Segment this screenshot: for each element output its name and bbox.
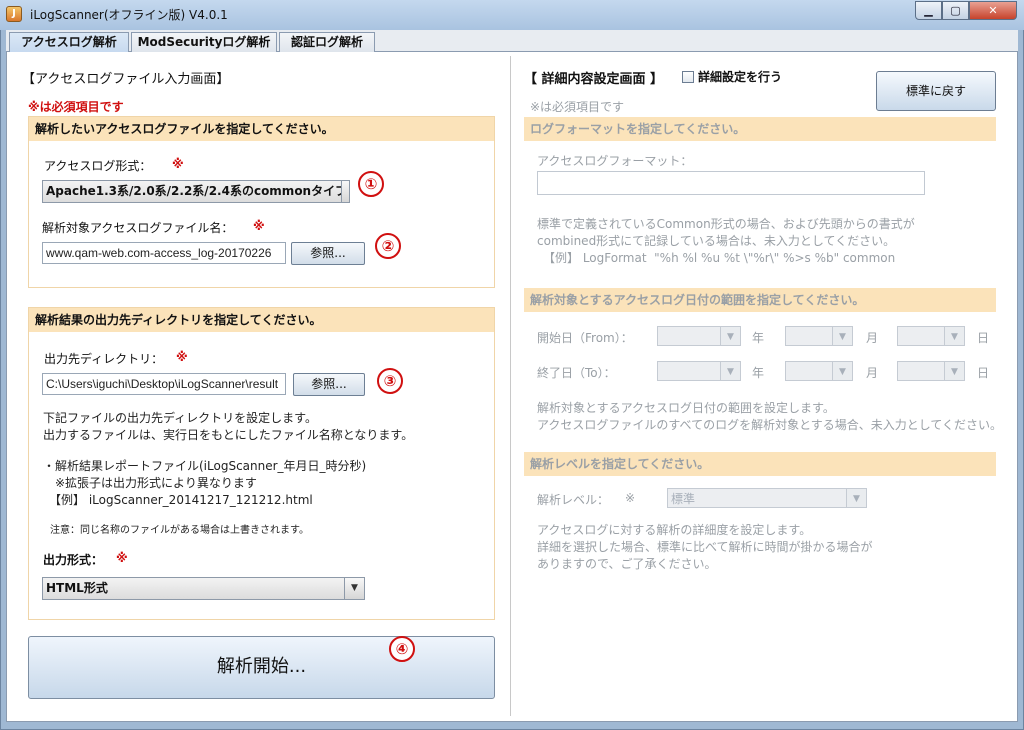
date-range-section-header: 解析対象とするアクセスログ日付の範囲を指定してください。 [524,288,996,312]
detail-settings-label: 詳細設定を行う [698,70,783,84]
log-file-section-header: 解析したいアクセスログファイルを指定してください。 [29,117,494,141]
log-file-label: 解析対象アクセスログファイル名： [42,221,234,235]
from-date-label: 開始日（From）： [537,331,633,345]
log-file-input[interactable]: www.qam-web.com-access_log-20170226 [42,242,286,264]
from-day-unit: 日 [977,331,990,345]
log-format-string-label: アクセスログフォーマット： [537,154,693,168]
required-note: ※は必須項目です [28,100,124,114]
report-file-description: ・解析結果レポートファイル(iLogScanner_年月日_時分秒) ※拡張子は… [43,459,367,507]
output-dir-description: 下記ファイルの出力先ディレクトリを設定します。 出力するファイルは、実行日をもと… [43,411,414,442]
log-file-required-mark: ※ [253,219,265,233]
right-panel-heading: 【 詳細内容設定画面 】 [524,72,664,87]
from-year-select[interactable]: ▼ [657,326,741,346]
dropdown-arrow-icon: ▼ [344,578,364,599]
to-year-select[interactable]: ▼ [657,361,741,381]
title-bar[interactable]: J iLogScanner(オフライン版) V4.0.1 ▁ ▢ ✕ [0,0,1024,30]
log-format-description: 標準で定義されているCommon形式の場合、および先頭からの書式が combin… [537,217,915,265]
output-format-value: HTML形式 [46,581,108,595]
to-date-label: 終了日（To）： [537,366,616,380]
to-day-select[interactable]: ▼ [897,361,965,381]
reset-defaults-button[interactable]: 標準に戻す [876,71,996,111]
dropdown-arrow-icon: ▼ [832,362,852,380]
to-year-unit: 年 [752,366,765,380]
output-format-label: 出力形式： [43,553,104,567]
marker-1: ① [358,171,384,197]
close-button[interactable]: ✕ [969,1,1017,20]
log-format-label: アクセスログ形式： [44,159,152,173]
log-format-string-input[interactable] [537,171,925,195]
tab-bar: アクセスログ解析 ModSecurityログ解析 認証ログ解析 [6,30,1018,53]
output-dir-input[interactable]: C:\Users\iguchi\Desktop\iLogScanner\resu… [42,373,286,395]
start-analysis-button[interactable]: 解析開始... [28,636,495,699]
minimize-button[interactable]: ▁ [915,1,942,20]
analysis-level-section-header: 解析レベルを指定してください。 [524,452,996,476]
window-title: iLogScanner(オフライン版) V4.0.1 [30,8,228,22]
dropdown-arrow-icon: ▼ [720,362,740,380]
dropdown-arrow-icon: ▼ [832,327,852,345]
log-file-browse-button[interactable]: 参照... [291,242,365,265]
panel-divider [510,56,511,716]
tab-modsecurity-log[interactable]: ModSecurityログ解析 [131,32,277,52]
analysis-level-select[interactable]: 標準 ▼ [667,488,867,508]
java-app-icon: J [6,6,22,22]
output-section-header: 解析結果の出力先ディレクトリを指定してください。 [29,308,494,332]
analysis-level-value: 標準 [671,492,696,506]
output-dir-label: 出力先ディレクトリ： [44,352,164,366]
analysis-level-description: アクセスログに対する解析の詳細度を設定します。 詳細を選択した場合、標準に比べて… [537,523,873,571]
output-format-select[interactable]: HTML形式 ▼ [42,577,365,600]
marker-2: ② [375,233,401,259]
analysis-level-label: 解析レベル： [537,493,610,507]
overwrite-note: 注意：同じ名称のファイルがある場合は上書きされます。 [50,525,309,536]
output-format-required-mark: ※ [116,551,128,565]
dropdown-arrow-icon: ▼ [944,327,964,345]
output-dir-required-mark: ※ [176,350,188,364]
log-format-required-mark: ※ [172,157,184,171]
log-format-section-header: ログフォーマットを指定してください。 [524,117,996,141]
analysis-level-required-mark: ※ [625,491,636,505]
detail-settings-checkbox[interactable] [682,71,694,83]
from-month-select[interactable]: ▼ [785,326,853,346]
right-required-note: ※は必須項目です [530,100,625,114]
tab-auth-log[interactable]: 認証ログ解析 [279,32,375,52]
marker-4: ④ [389,636,415,662]
from-month-unit: 月 [866,331,879,345]
from-year-unit: 年 [752,331,765,345]
marker-3: ③ [377,368,403,394]
date-range-description: 解析対象とするアクセスログ日付の範囲を設定します。 アクセスログファイルのすべて… [537,401,1003,432]
to-day-unit: 日 [977,366,990,380]
output-dir-browse-button[interactable]: 参照... [293,373,365,396]
from-day-select[interactable]: ▼ [897,326,965,346]
maximize-button[interactable]: ▢ [942,1,969,20]
log-format-select[interactable]: Apache1.3系/2.0系/2.2系/2.4系のcommonタイプ [42,180,350,203]
tab-access-log[interactable]: アクセスログ解析 [9,32,129,53]
log-format-value: Apache1.3系/2.0系/2.2系/2.4系のcommonタイプ [46,184,348,198]
to-month-select[interactable]: ▼ [785,361,853,381]
dropdown-arrow-icon: ▼ [944,362,964,380]
to-month-unit: 月 [866,366,879,380]
dropdown-arrow-icon: ▼ [846,489,866,507]
dropdown-arrow-icon: ▼ [720,327,740,345]
dropdown-arrow-icon [341,181,349,202]
left-panel-heading: 【アクセスログファイル入力画面】 [22,72,230,87]
